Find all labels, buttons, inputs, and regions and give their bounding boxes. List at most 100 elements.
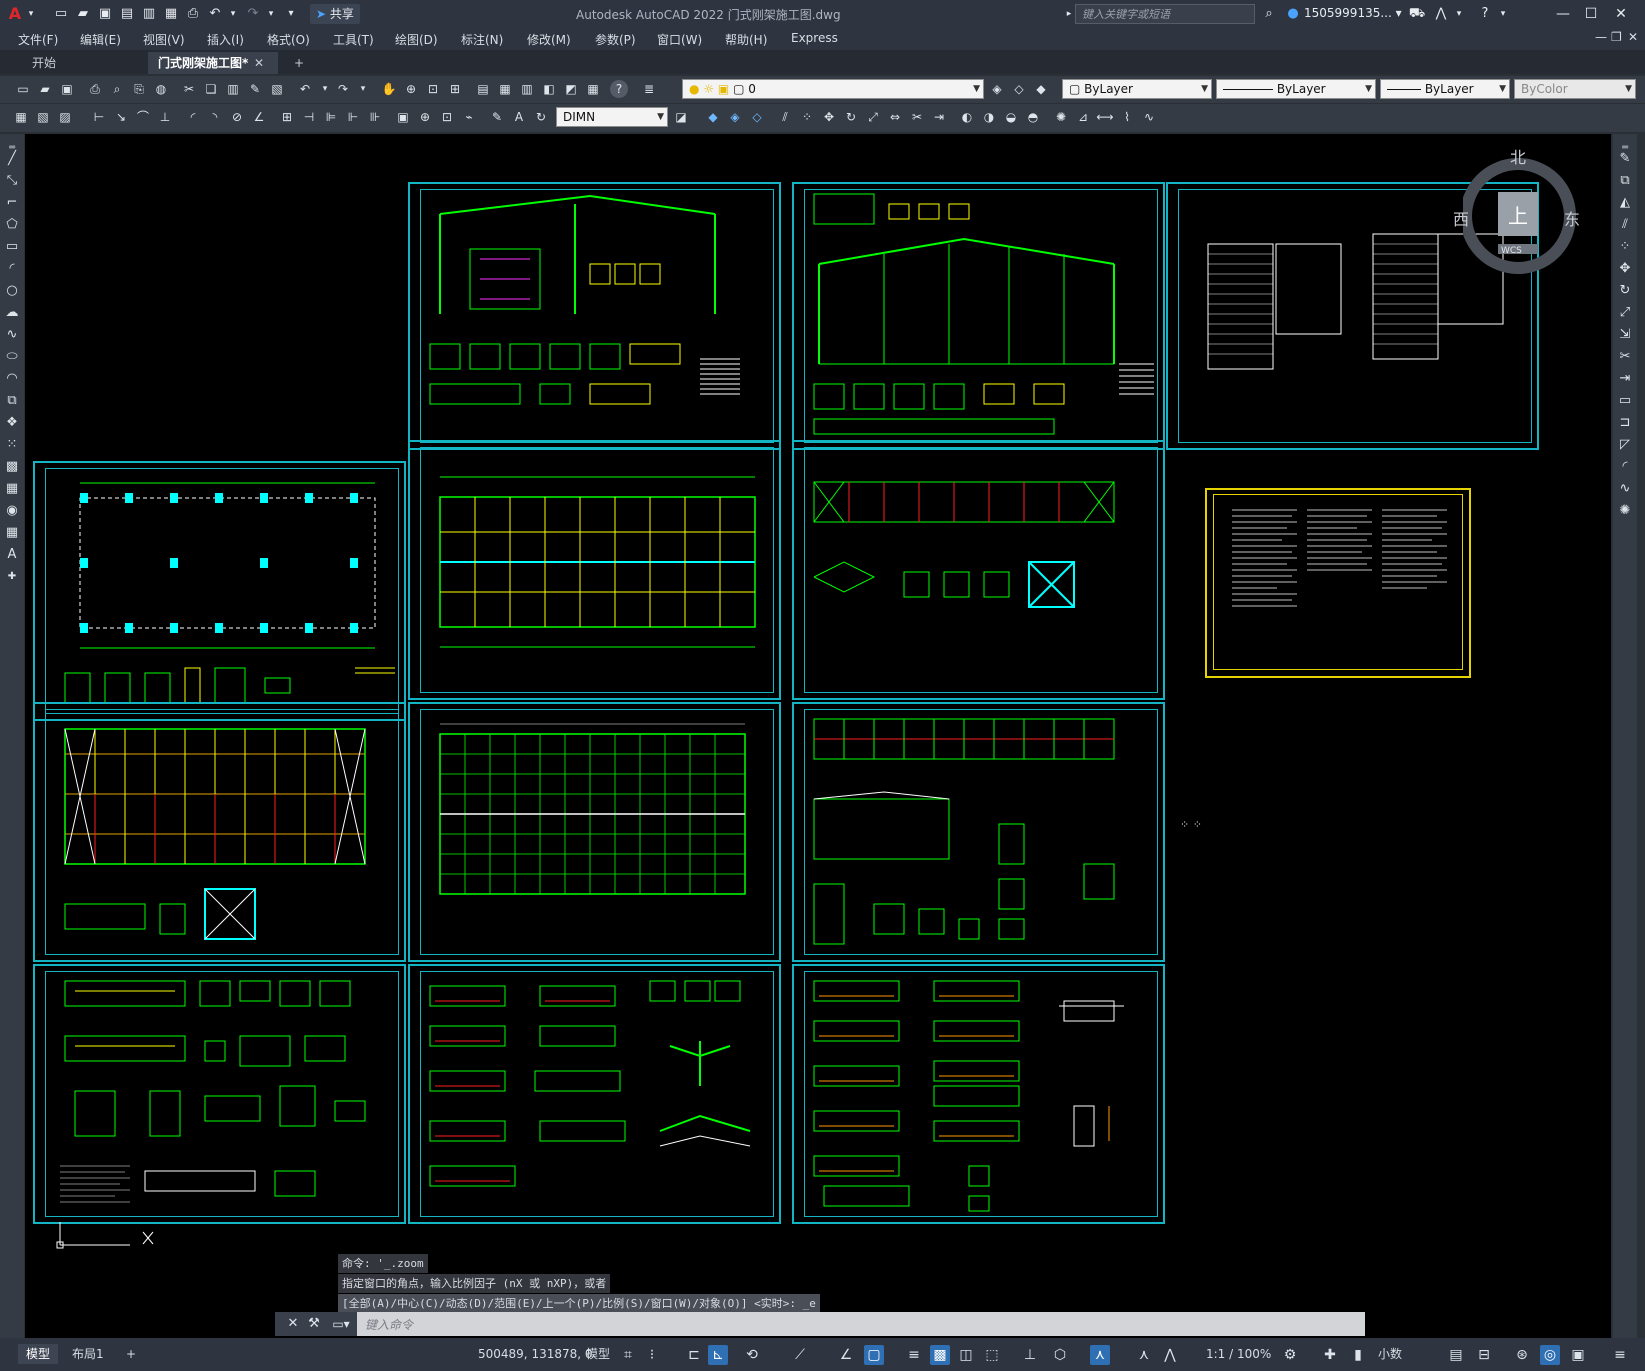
clean-screen-icon[interactable]: ▣ [1568, 1345, 1588, 1365]
circle-tool-icon[interactable]: ○ [3, 282, 21, 300]
add-layout-button[interactable]: + [118, 1344, 144, 1364]
rotate-icon[interactable]: ↻ [842, 108, 860, 126]
modify-scale-icon[interactable]: ⤢ [1616, 304, 1634, 322]
drawing-sheet-bracing-elevation[interactable] [792, 440, 1165, 700]
publish-icon[interactable]: ⎘ [130, 80, 148, 98]
doc-restore-icon[interactable]: ❐ [1611, 30, 1622, 44]
explode-icon[interactable]: ✺ [1052, 108, 1070, 126]
ellipse-tool-icon[interactable]: ⬭ [3, 348, 21, 366]
drawing-sheet-node-details-3[interactable] [792, 964, 1165, 1224]
units-value[interactable]: 小数 [1370, 1344, 1410, 1364]
modify-erase-icon[interactable]: ✎ [1616, 150, 1634, 168]
rectangle-tool-icon[interactable]: ▭ [3, 238, 21, 256]
wcs-menu[interactable]: WCS [1501, 246, 1522, 256]
tolerance-icon[interactable]: ▣ [394, 108, 412, 126]
tab-close-icon[interactable]: ✕ [250, 52, 272, 74]
block-editor-icon[interactable]: ▧ [268, 80, 286, 98]
plot-icon[interactable]: ⎙ [184, 5, 202, 23]
save-toolbar-icon[interactable]: ▣ [58, 80, 76, 98]
maximize-icon[interactable]: ☐ [1578, 3, 1604, 25]
insert-block-icon[interactable]: ⧉ [3, 392, 21, 410]
menu-dimension[interactable]: 标注(N) [461, 31, 503, 48]
drawing-sheet-node-details-1[interactable] [33, 964, 406, 1224]
drawing-sheet-node-details-2[interactable] [408, 964, 781, 1224]
polyline-tool-icon[interactable]: ⌐ [3, 194, 21, 212]
isolate-objects-icon[interactable]: ⊛ [1512, 1345, 1532, 1365]
hatch-tool-icon[interactable]: ▩ [3, 458, 21, 476]
redo-dropdown-icon[interactable]: ▾ [262, 5, 280, 23]
dynamic-ucs-icon[interactable]: ⊥ [1020, 1345, 1040, 1365]
autodesk-app-dropdown-icon[interactable]: ▾ [1450, 5, 1468, 23]
lengthen-icon[interactable]: ⟷ [1096, 108, 1114, 126]
edit-spline-icon[interactable]: ∿ [1140, 108, 1158, 126]
infer-constraints-icon[interactable]: ⊏ [684, 1345, 704, 1365]
recent-commands-icon[interactable]: ▭▾ [325, 1312, 357, 1336]
dim-break-icon[interactable]: ⊪ [366, 108, 384, 126]
doc-close-icon[interactable]: ✕ [1628, 30, 1638, 44]
modify-break-icon[interactable]: ▭ [1616, 392, 1634, 410]
drawing-sheet-general-notes[interactable] [1205, 488, 1471, 678]
plot-preview-icon[interactable]: ⌕ [108, 80, 126, 98]
dimstyle-dropdown[interactable]: DIMN ▼ [556, 107, 668, 127]
plot-toolbar-icon[interactable]: ⎙ [86, 80, 104, 98]
quick-properties-icon[interactable]: ▤ [1446, 1345, 1466, 1365]
dim-style-manager-icon[interactable]: ◪ [672, 108, 690, 126]
paste-icon[interactable]: ▥ [224, 80, 242, 98]
revcloud-tool-icon[interactable]: ☁ [3, 304, 21, 322]
tab-layout1[interactable]: 布局1 [64, 1344, 112, 1364]
toolbar-a-icon[interactable]: ▦ [12, 108, 30, 126]
radius-dim-icon[interactable]: ◜ [184, 108, 202, 126]
linetype-dropdown[interactable]: ByLayer ▼ [1216, 79, 1376, 99]
drawing-sheet-roof-bracing-plan[interactable] [33, 702, 406, 962]
spline-tool-icon[interactable]: ∿ [3, 326, 21, 344]
menu-file[interactable]: 文件(F) [18, 31, 58, 48]
ordinate-dim-icon[interactable]: ⊥ [156, 108, 174, 126]
erase-icon[interactable]: ◆ [704, 108, 722, 126]
linear-dim-icon[interactable]: ⊢ [90, 108, 108, 126]
help-toolbar-icon[interactable]: ? [610, 80, 628, 98]
drawing-sheet-purlin-plan[interactable] [408, 440, 781, 700]
modify-rotate-icon[interactable]: ↻ [1616, 282, 1634, 300]
zoom-window-icon[interactable]: ⊡ [424, 80, 442, 98]
menu-window[interactable]: 窗口(W) [657, 31, 702, 48]
arc-tool-icon[interactable]: ◜ [3, 260, 21, 278]
snap-mode-icon[interactable]: ⁝ [642, 1345, 662, 1365]
save-as-icon[interactable]: ▤ [118, 5, 136, 23]
search-icon[interactable]: ⌕ [1260, 5, 1278, 23]
layer-dropdown[interactable]: ● ☼ ▣ ▢ 0 ▼ [682, 79, 984, 99]
stretch-icon[interactable]: ⇔ [886, 108, 904, 126]
lineweight-dropdown[interactable]: ByLayer ▼ [1380, 79, 1510, 99]
modify-array-icon[interactable]: ⁘ [1616, 238, 1634, 256]
isodraft-icon[interactable]: ∠ [836, 1345, 856, 1365]
selection-cycling-icon[interactable]: ◫ [956, 1345, 976, 1365]
sheet-set-icon[interactable]: ◧ [540, 80, 558, 98]
arc-length-icon[interactable]: ⌒ [134, 108, 152, 126]
chamfer-icon[interactable]: ◒ [1002, 108, 1020, 126]
undo-list-icon[interactable]: ▾ [316, 80, 334, 98]
tab-model[interactable]: 模型 [18, 1344, 59, 1364]
move-icon[interactable]: ✥ [820, 108, 838, 126]
annotation-scale-icon[interactable]: ⋀ [1160, 1345, 1180, 1365]
modify-chamfer-icon[interactable]: ◸ [1616, 436, 1634, 454]
drawing-sheet-wall-elevation[interactable] [792, 702, 1165, 962]
redo-toolbar-icon[interactable]: ↷ [334, 80, 352, 98]
compass-east[interactable]: 东 [1564, 206, 1580, 230]
dim-text-edit-icon[interactable]: A [510, 108, 528, 126]
viewcube[interactable]: 北 西 东 上 WCS [1453, 144, 1581, 294]
new-tab-button[interactable]: + [284, 52, 310, 74]
scale-icon[interactable]: ⤢ [864, 108, 882, 126]
cart-icon[interactable]: ⛟ [1408, 5, 1426, 23]
markup-icon[interactable]: ◩ [562, 80, 580, 98]
user-account[interactable]: 1505999135... ▾ [1304, 6, 1402, 20]
ellipse-arc-tool-icon[interactable]: ◠ [3, 370, 21, 388]
menu-draw[interactable]: 绘图(D) [395, 31, 438, 48]
layer-states-icon[interactable]: ◆ [1032, 80, 1050, 98]
undo-toolbar-icon[interactable]: ↶ [296, 80, 314, 98]
menu-express[interactable]: Express [791, 31, 838, 45]
line-tool-icon[interactable]: ╱ [3, 150, 21, 168]
dim-edit-icon[interactable]: ✎ [488, 108, 506, 126]
offset-icon[interactable]: ⫽ [776, 108, 794, 126]
drawing-sheet-frame-elevation-2[interactable] [792, 182, 1165, 450]
lineweight-display-icon[interactable]: ≡ [904, 1345, 924, 1365]
make-block-icon[interactable]: ❖ [3, 414, 21, 432]
